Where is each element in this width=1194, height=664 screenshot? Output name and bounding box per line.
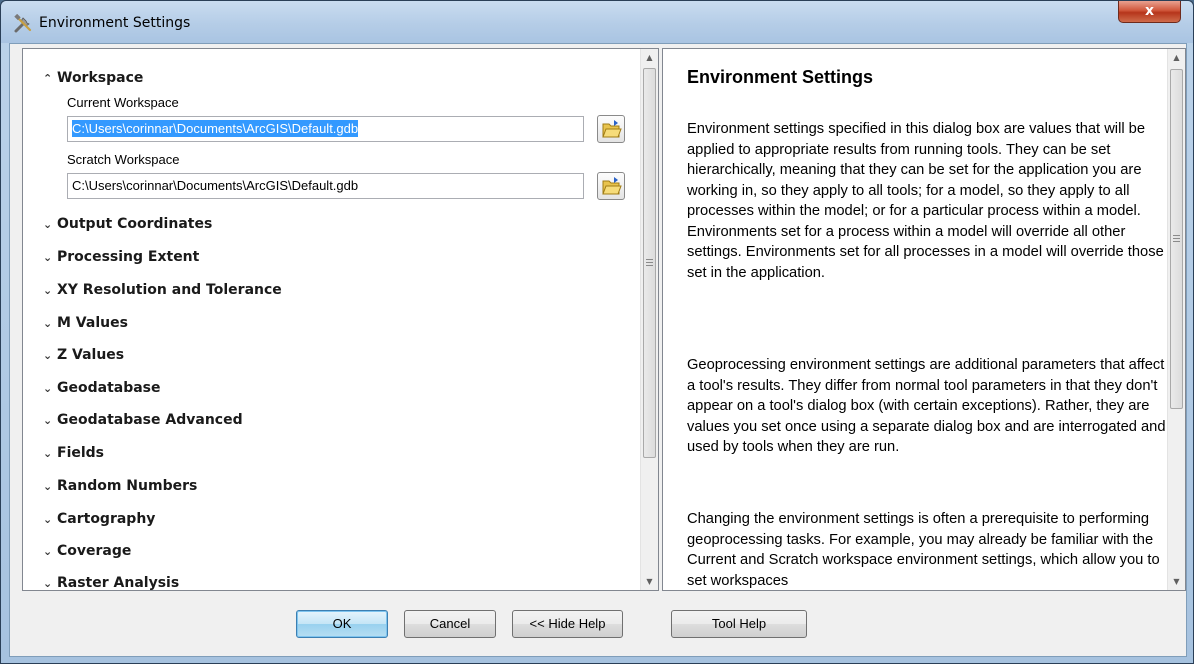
current-workspace-value: C:\Users\corinnar\Documents\ArcGIS\Defau… bbox=[72, 120, 359, 137]
section-raster-analysis[interactable]: ⌄ Raster Analysis bbox=[43, 575, 180, 591]
section-z-values[interactable]: ⌄ Z Values bbox=[43, 347, 124, 363]
section-processing-extent[interactable]: ⌄ Processing Extent bbox=[43, 249, 199, 265]
grip-icon bbox=[646, 259, 653, 266]
section-label: Raster Analysis bbox=[57, 575, 180, 591]
help-paragraph-3: Changing the environment settings is oft… bbox=[687, 511, 1160, 589]
scroll-down-arrow-icon[interactable]: ▼ bbox=[1168, 573, 1185, 590]
chevron-down-icon: ⌄ bbox=[43, 414, 53, 427]
section-fields[interactable]: ⌄ Fields bbox=[43, 445, 104, 461]
section-label: XY Resolution and Tolerance bbox=[57, 282, 282, 298]
title-bar[interactable]: Environment Settings x bbox=[1, 1, 1193, 43]
section-label: M Values bbox=[57, 315, 128, 331]
section-coverage[interactable]: ⌄ Coverage bbox=[43, 543, 131, 559]
browse-scratch-workspace-button[interactable] bbox=[597, 172, 625, 200]
chevron-down-icon: ⌄ bbox=[43, 317, 53, 330]
chevron-down-icon: ⌄ bbox=[43, 218, 53, 231]
section-cartography[interactable]: ⌄ Cartography bbox=[43, 511, 155, 527]
help-paragraph-1: Environment settings specified in this d… bbox=[687, 121, 1164, 281]
scratch-workspace-label: Scratch Workspace bbox=[67, 152, 180, 167]
scrollbar-thumb[interactable] bbox=[1170, 69, 1183, 409]
section-geodatabase[interactable]: ⌄ Geodatabase bbox=[43, 380, 161, 396]
section-xy-resolution[interactable]: ⌄ XY Resolution and Tolerance bbox=[43, 282, 282, 298]
scroll-up-arrow-icon[interactable]: ▲ bbox=[1168, 49, 1185, 66]
window-title: Environment Settings bbox=[39, 15, 191, 31]
scroll-down-arrow-icon[interactable]: ▼ bbox=[641, 573, 658, 590]
open-folder-icon bbox=[602, 177, 622, 195]
chevron-down-icon: ⌄ bbox=[43, 251, 53, 264]
section-output-coordinates[interactable]: ⌄ Output Coordinates bbox=[43, 216, 212, 232]
section-label: Coverage bbox=[57, 543, 132, 559]
scratch-workspace-value: C:\Users\corinnar\Documents\ArcGIS\Defau… bbox=[72, 178, 359, 193]
section-label: Random Numbers bbox=[57, 478, 198, 494]
section-label: Output Coordinates bbox=[57, 216, 213, 232]
chevron-down-icon: ⌄ bbox=[43, 349, 53, 362]
chevron-up-icon: ⌃ bbox=[43, 72, 53, 85]
chevron-down-icon: ⌄ bbox=[43, 577, 53, 590]
section-m-values[interactable]: ⌄ M Values bbox=[43, 315, 128, 331]
close-icon: x bbox=[1144, 3, 1155, 19]
chevron-down-icon: ⌄ bbox=[43, 545, 53, 558]
cancel-button[interactable]: Cancel bbox=[404, 610, 496, 638]
chevron-down-icon: ⌄ bbox=[43, 480, 53, 493]
help-paragraph-2: Geoprocessing environment settings are a… bbox=[687, 357, 1166, 455]
close-button[interactable]: x bbox=[1118, 1, 1181, 23]
section-workspace-label: Workspace bbox=[57, 70, 144, 86]
chevron-down-icon: ⌄ bbox=[43, 382, 53, 395]
current-workspace-label: Current Workspace bbox=[67, 95, 179, 110]
environment-settings-window: Environment Settings x ⌃ Workspace Curren… bbox=[0, 0, 1194, 664]
help-title: Environment Settings bbox=[687, 67, 874, 87]
current-workspace-input[interactable]: C:\Users\corinnar\Documents\ArcGIS\Defau… bbox=[67, 116, 584, 142]
section-workspace[interactable]: ⌃ Workspace bbox=[43, 70, 143, 86]
chevron-down-icon: ⌄ bbox=[43, 447, 53, 460]
settings-pane: ⌃ Workspace Current Workspace C:\Users\co… bbox=[22, 48, 659, 591]
section-label: Geodatabase bbox=[57, 380, 161, 396]
browse-current-workspace-button[interactable] bbox=[597, 115, 625, 143]
help-pane: Environment Settings Environment setting… bbox=[662, 48, 1186, 591]
section-label: Processing Extent bbox=[57, 249, 200, 265]
section-label: Z Values bbox=[57, 347, 125, 363]
section-label: Fields bbox=[57, 445, 105, 461]
chevron-down-icon: ⌄ bbox=[43, 513, 53, 526]
section-label: Cartography bbox=[57, 511, 156, 527]
section-random-numbers[interactable]: ⌄ Random Numbers bbox=[43, 478, 197, 494]
scratch-workspace-input[interactable]: C:\Users\corinnar\Documents\ArcGIS\Defau… bbox=[67, 173, 584, 199]
scroll-up-arrow-icon[interactable]: ▲ bbox=[641, 49, 658, 66]
hide-help-button[interactable]: << Hide Help bbox=[512, 610, 623, 638]
dialog-client-area: ⌃ Workspace Current Workspace C:\Users\co… bbox=[9, 43, 1187, 657]
tools-icon bbox=[14, 14, 32, 33]
chevron-down-icon: ⌄ bbox=[43, 284, 53, 297]
ok-button[interactable]: OK bbox=[296, 610, 388, 638]
section-label: Geodatabase Advanced bbox=[57, 412, 243, 428]
scrollbar-thumb[interactable] bbox=[643, 68, 656, 458]
tool-help-button[interactable]: Tool Help bbox=[671, 610, 807, 638]
help-scrollbar[interactable]: ▲ ▼ bbox=[1167, 49, 1185, 590]
section-geodatabase-advanced[interactable]: ⌄ Geodatabase Advanced bbox=[43, 412, 243, 428]
grip-icon bbox=[1173, 235, 1180, 242]
settings-scrollbar[interactable]: ▲ ▼ bbox=[640, 49, 658, 590]
open-folder-icon bbox=[602, 120, 622, 138]
